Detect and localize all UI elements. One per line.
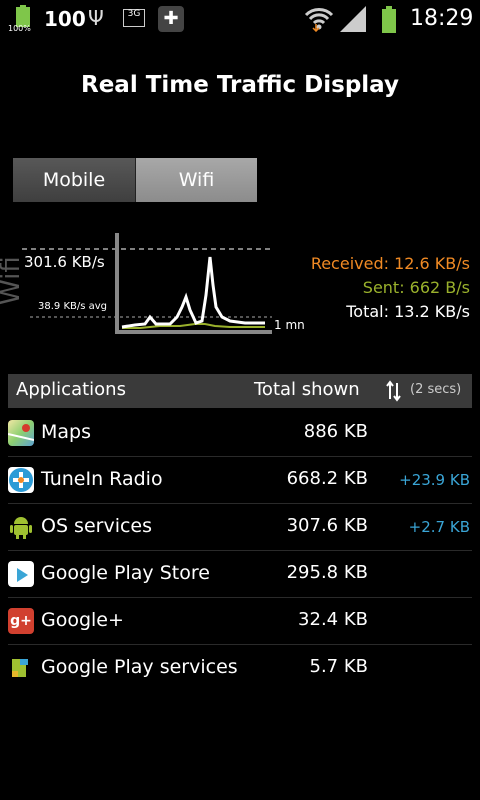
usb-icon: Ψ [88,6,104,30]
app-total: 886 KB [303,421,368,442]
peak-rate-label: 301.6 KB/s [24,253,105,271]
app-total: 295.8 KB [286,562,368,583]
android-icon [8,514,34,540]
app-total: 668.2 KB [286,468,368,489]
app-name: OS services [41,515,153,537]
app-name: Google+ [41,609,124,631]
list-item[interactable]: TuneIn Radio 668.2 KB +23.9 KB [8,457,472,504]
received-line [121,256,265,329]
traffic-graph [22,233,272,334]
app-total: 32.4 KB [298,609,368,630]
app-name: Maps [41,421,91,443]
3g-data-icon: 3G [123,9,145,27]
list-item[interactable]: Maps 886 KB [7,410,472,457]
tab-wifi[interactable]: Wifi [135,158,257,202]
page-title: Real Time Traffic Display [80,72,399,98]
network-toggle: Mobile Wifi [13,158,257,202]
play-store-icon [8,561,34,587]
maps-icon [7,420,35,446]
app-name: Google Play Store [41,562,210,584]
applications-list: Maps 886 KB TuneIn Radio 668.2 KB +23.9 … [7,410,472,691]
battery-icon [376,5,402,33]
received-rate: Received: 12.6 KB/s [310,254,470,273]
time-window-label: 1 mn [274,318,305,332]
list-item[interactable]: g+ Google+ 32.4 KB [8,598,472,645]
app-total: 307.6 KB [286,515,368,536]
header-applications[interactable]: Applications [16,379,126,400]
signal-icon [340,6,366,32]
google-plus-icon: g+ [8,608,34,634]
list-item[interactable]: Google Play services 5.7 KB [8,645,472,691]
tab-mobile[interactable]: Mobile [13,158,135,202]
app-name: TuneIn Radio [41,468,163,490]
avg-rate-label: 38.9 KB/s avg [38,301,108,312]
total-rate: Total: 13.2 KB/s [346,302,470,321]
list-item[interactable]: Google Play Store 295.8 KB [8,551,472,598]
app-total: 5.7 KB [309,656,369,677]
list-item[interactable]: OS services 307.6 KB +2.7 KB [8,504,472,551]
tunein-icon [8,467,34,493]
refresh-interval[interactable]: (2 secs) [410,382,461,397]
battery-level: 100 [44,7,86,31]
play-services-icon [8,655,34,681]
app-delta: +2.7 KB [408,518,470,536]
status-bar: 100% 100 Ψ 3G ✚ 18:29 [0,0,480,38]
sent-rate: Sent: 662 B/s [362,278,470,297]
sort-icon[interactable] [386,377,402,405]
traffic-stats: Received: 12.6 KB/s Sent: 662 B/s Total:… [311,252,470,324]
header-total-shown[interactable]: Total shown [254,379,360,400]
app-name: Google Play services [41,656,238,678]
app-delta: +23.9 KB [399,471,470,489]
wifi-icon [304,8,334,32]
tunein-notification-icon: ✚ [158,6,184,32]
battery-percent-small: 100% [8,24,31,33]
applications-table-header: Applications Total shown (2 secs) [8,374,472,408]
status-clock: 18:29 [410,6,474,31]
